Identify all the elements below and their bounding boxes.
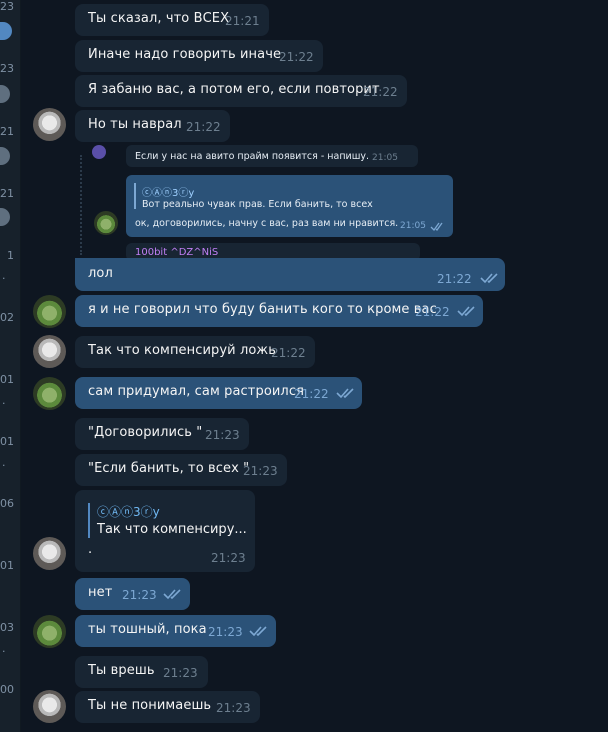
message-time: 21:23 <box>211 551 246 565</box>
user-avatar <box>94 211 118 235</box>
message-bubble[interactable]: лол 21:22 <box>75 258 505 291</box>
quote-bar <box>134 183 136 209</box>
chat-counter: 1 <box>7 249 14 262</box>
chat-counter: 23 <box>0 0 14 13</box>
message-text: ты тошный, пока <box>88 622 207 637</box>
double-check-icon <box>336 388 354 399</box>
message-bubble[interactable]: ⓒⒶⓝ3ⓡy Так что компенсиру... . 21:23 <box>75 490 255 572</box>
message-text: Ты сказал, что ВСЕХ <box>88 11 230 26</box>
user-avatar <box>92 145 106 159</box>
message-text: . <box>88 542 93 557</box>
embedded-message-time: 21:05 <box>372 153 398 163</box>
message-bubble[interactable]: Ты сказал, что ВСЕХ 21:21 <box>75 4 269 36</box>
chat-list-strip[interactable]: 23 23 21 21 1 · 02 01 · 01 · 06 01 03 · … <box>0 0 21 732</box>
message-bubble[interactable]: ты тошный, пока 21:23 <box>75 615 276 647</box>
message-time: 21:21 <box>225 14 260 28</box>
message-time: 21:22 <box>437 272 472 286</box>
unread-badge <box>0 85 10 103</box>
message-time: 21:23 <box>122 588 157 602</box>
user-avatar[interactable] <box>33 690 66 723</box>
chat-counter: 01 <box>0 559 14 572</box>
message-text: нет <box>88 585 113 600</box>
thread-line <box>80 155 84 255</box>
embedded-message-text: ок, договорились, начну с вас, раз вам н… <box>135 218 399 229</box>
message-time: 21:22 <box>279 50 314 64</box>
user-avatar[interactable] <box>33 377 66 410</box>
message-text: сам придумал, сам растроился <box>88 384 305 399</box>
embedded-message: Если у нас на авито прайм появится - нап… <box>126 145 418 167</box>
message-bubble[interactable]: сам придумал, сам растроился 21:22 <box>75 377 362 409</box>
message-text: Я забаню вас, а потом его, если повторит <box>88 82 380 97</box>
ellipsis-icon: · <box>2 272 6 285</box>
double-check-icon <box>457 306 475 317</box>
embedded-message-time: 21:05 <box>400 221 426 231</box>
chat-counter: 21 <box>0 187 14 200</box>
user-avatar[interactable] <box>33 335 66 368</box>
message-time: 21:22 <box>271 346 306 360</box>
ellipsis-icon: · <box>2 397 6 410</box>
message-text: "Если банить, то всех " <box>88 461 250 476</box>
quote-author: ⓒⒶⓝ3ⓡy <box>142 188 195 199</box>
embedded-message-text: Если у нас на авито прайм появится - нап… <box>135 151 370 162</box>
message-time: 21:23 <box>205 428 240 442</box>
unread-badge <box>0 147 10 165</box>
message-time: 21:22 <box>415 305 450 319</box>
message-time: 21:23 <box>163 666 198 680</box>
message-bubble[interactable]: Ты не понимаешь 21:23 <box>75 691 260 723</box>
ellipsis-icon: · <box>2 459 6 472</box>
message-text: лол <box>88 266 113 281</box>
message-bubble[interactable]: Я забаню вас, а потом его, если повторит… <box>75 75 407 107</box>
chat-counter: 00 <box>0 683 14 696</box>
chat-counter: 02 <box>0 311 14 324</box>
unread-badge <box>0 208 10 226</box>
chat-counter: 06 <box>0 497 14 510</box>
ellipsis-icon: · <box>2 645 6 658</box>
message-text: "Договорились " <box>88 425 203 440</box>
chat-counter: 01 <box>0 373 14 386</box>
embedded-message: ⓒⒶⓝ3ⓡy Вот реально чувак прав. Если бани… <box>126 175 453 237</box>
reply-bar <box>88 503 90 538</box>
message-text: я и не говорил что буду банить кого то к… <box>88 302 437 317</box>
chat-counter: 23 <box>0 62 14 75</box>
chat-counter: 21 <box>0 125 14 138</box>
user-avatar[interactable] <box>33 108 66 141</box>
message-time: 21:22 <box>363 85 398 99</box>
message-time: 21:22 <box>186 120 221 134</box>
message-bubble[interactable]: "Если банить, то всех " 21:23 <box>75 454 287 486</box>
message-time: 21:23 <box>243 464 278 478</box>
double-check-icon <box>430 222 443 231</box>
message-bubble[interactable]: нет 21:23 <box>75 578 190 610</box>
chat-counter: 01 <box>0 435 14 448</box>
double-check-icon <box>249 626 267 637</box>
message-text: Так что компенсируй ложь <box>88 343 276 358</box>
message-bubble[interactable]: Так что компенсируй ложь 21:22 <box>75 336 315 368</box>
message-time: 21:22 <box>294 387 329 401</box>
message-bubble[interactable]: Иначе надо говорить иначе 21:22 <box>75 40 323 72</box>
message-bubble[interactable]: Но ты наврал 21:22 <box>75 110 230 142</box>
user-avatar[interactable] <box>33 537 66 570</box>
user-avatar[interactable] <box>33 615 66 648</box>
message-time: 21:23 <box>208 625 243 639</box>
quote-text: Вот реально чувак прав. Если банить, то … <box>142 199 373 210</box>
embedded-screenshot[interactable]: Если у нас на авито прайм появится - нап… <box>76 145 506 261</box>
message-text: Ты не понимаешь <box>88 698 212 713</box>
message-bubble[interactable]: я и не говорил что буду банить кого то к… <box>75 295 483 327</box>
double-check-icon <box>163 589 181 600</box>
unread-badge <box>0 22 12 40</box>
message-time: 21:23 <box>216 701 251 715</box>
message-text: Но ты наврал <box>88 117 182 132</box>
message-bubble[interactable]: "Договорились " 21:23 <box>75 418 249 450</box>
message-text: Ты врешь <box>88 663 155 678</box>
chat-counter: 03 <box>0 621 14 634</box>
embedded-author: 100bit ^DZ^NiS <box>135 247 219 258</box>
message-bubble[interactable]: Ты врешь 21:23 <box>75 656 208 688</box>
reply-author: ⓒⒶⓝ3ⓡy <box>97 505 160 519</box>
message-text: Иначе надо говорить иначе <box>88 47 282 62</box>
double-check-icon <box>480 273 498 284</box>
reply-text: Так что компенсиру... <box>97 522 247 537</box>
user-avatar[interactable] <box>33 295 66 328</box>
